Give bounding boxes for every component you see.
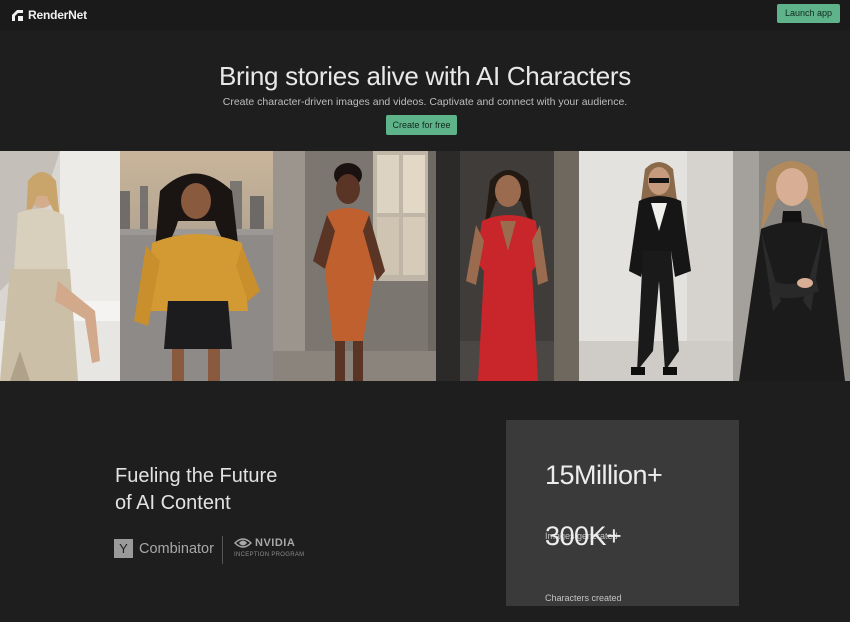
backing-section: Fueling the Future of AI Content Y Combi… (0, 381, 850, 622)
nvidia-name: NVIDIA (255, 537, 296, 549)
hero-title: Bring stories alive with AI Characters (219, 61, 631, 91)
stat-images-value: 15Million+ (545, 460, 663, 490)
nvidia-program: INCEPTION PROGRAM (234, 552, 305, 558)
gallery-photo-3 (273, 151, 436, 381)
section-title: Fueling the Future of AI Content (115, 463, 335, 517)
nvidia-inception-logo: NVIDIA INCEPTION PROGRAM (234, 537, 304, 558)
gallery-photo-6 (733, 151, 850, 381)
nvidia-eye-icon (234, 538, 252, 548)
stats-card: 15Million+ Images generated 300K+ Charac… (506, 420, 739, 606)
y-combinator-mark-icon: Y (114, 539, 133, 558)
y-combinator-logo: Y Combinator (114, 539, 214, 558)
gallery-photo-5 (579, 151, 733, 381)
stat-characters-label: Characters created (545, 593, 622, 603)
brand-logo[interactable]: RenderNet (12, 8, 87, 22)
gallery-photo-1 (0, 151, 120, 381)
brand-name: RenderNet (28, 8, 87, 22)
character-gallery (0, 151, 850, 381)
hero-subtitle: Create character-driven images and video… (222, 96, 628, 108)
top-nav: RenderNet Launch app (0, 0, 850, 30)
section-title-line-2: of AI Content (115, 492, 231, 514)
gallery-photo-4 (436, 151, 579, 381)
create-for-free-button[interactable]: Create for free (386, 115, 457, 135)
launch-app-button[interactable]: Launch app (776, 3, 840, 23)
section-title-line-1: Fueling the Future (115, 465, 278, 487)
stat-characters-value: 300K+ (545, 521, 622, 551)
partner-divider (222, 536, 223, 564)
gallery-photo-2 (120, 151, 273, 381)
rendernet-logo-icon (12, 9, 23, 21)
y-combinator-name: Combinator (139, 540, 214, 557)
hero-section: Bring stories alive with AI Characters C… (0, 30, 850, 151)
